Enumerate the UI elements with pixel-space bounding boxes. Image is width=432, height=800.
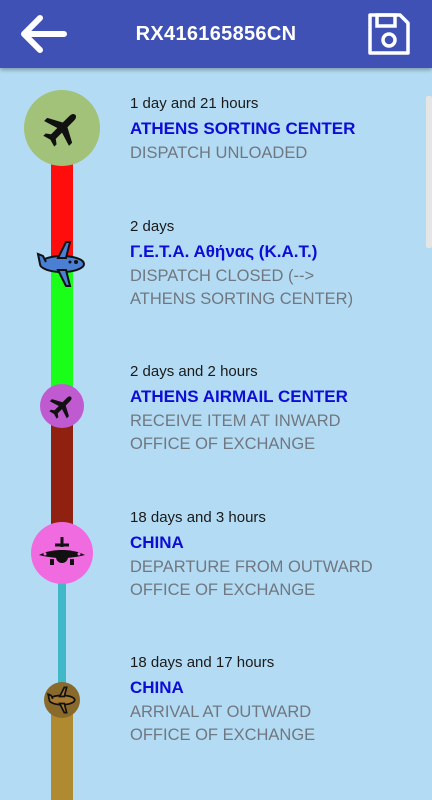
event-status-line: RECEIVE ITEM AT INWARD [130, 412, 341, 430]
back-arrow-icon [21, 15, 67, 53]
event-status-line: OFFICE OF EXCHANGE [130, 581, 316, 599]
airplane-side-icon [47, 686, 76, 714]
event-time: 2 days and 2 hours [130, 363, 258, 380]
event-location: CHINA [130, 678, 184, 697]
event-node-1 [24, 90, 100, 166]
tracking-event-1[interactable]: 1 day and 21 hours ATHENS SORTING CENTER… [130, 94, 420, 165]
app-bar: RX416165856CN [0, 0, 432, 68]
back-button[interactable] [14, 10, 70, 58]
event-node-5 [44, 682, 80, 718]
event-status-line: DISPATCH UNLOADED [130, 144, 308, 162]
event-status-line: ATHENS SORTING CENTER) [130, 290, 354, 308]
event-status: RECEIVE ITEM AT INWARD OFFICE OF EXCHANG… [130, 410, 420, 456]
event-time: 2 days [130, 218, 175, 235]
event-status: DEPARTURE FROM OUTWARD OFFICE OF EXCHANG… [130, 556, 420, 602]
save-button[interactable] [364, 10, 414, 58]
event-node-3 [40, 384, 84, 428]
tracking-event-2[interactable]: 2 days Γ.Ε.Τ.Α. Αθήνας (Κ.Α.Τ.) DISPATCH… [130, 217, 420, 311]
event-status-line: OFFICE OF EXCHANGE [130, 726, 316, 744]
tracking-event-4[interactable]: 18 days and 3 hours CHINA DEPARTURE FROM… [130, 508, 420, 602]
event-node-2 [36, 238, 88, 290]
event-node-4 [31, 522, 93, 584]
event-location: Γ.Ε.Τ.Α. Αθήνας (Κ.Α.Τ.) [130, 242, 318, 261]
event-location: ATHENS SORTING CENTER [130, 119, 356, 138]
event-time: 18 days and 17 hours [130, 654, 275, 671]
event-status-line: DISPATCH CLOSED (--> [130, 267, 315, 285]
airplane-icon [49, 396, 72, 419]
event-status: DISPATCH CLOSED (--> ATHENS SORTING CENT… [130, 265, 420, 311]
event-time: 18 days and 3 hours [130, 509, 266, 526]
event-location: CHINA [130, 533, 184, 552]
event-status: ARRIVAL AT OUTWARD OFFICE OF EXCHANGE [130, 701, 420, 747]
event-status-line: OFFICE OF EXCHANGE [130, 435, 316, 453]
airplane-icon [43, 113, 77, 147]
floppy-disk-save-icon [368, 13, 410, 55]
event-location: ATHENS AIRMAIL CENTER [130, 387, 348, 406]
airplane-front-icon [39, 537, 85, 565]
tracking-event-3[interactable]: 2 days and 2 hours ATHENS AIRMAIL CENTER… [130, 362, 420, 456]
event-status-line: DEPARTURE FROM OUTWARD [130, 558, 373, 576]
event-status-line: ARRIVAL AT OUTWARD [130, 703, 312, 721]
scrollbar[interactable] [426, 96, 432, 248]
airplane-side-icon [36, 241, 85, 287]
event-time: 1 day and 21 hours [130, 95, 259, 112]
event-status: DISPATCH UNLOADED [130, 142, 420, 165]
tracking-event-5[interactable]: 18 days and 17 hours CHINA ARRIVAL AT OU… [130, 653, 420, 747]
